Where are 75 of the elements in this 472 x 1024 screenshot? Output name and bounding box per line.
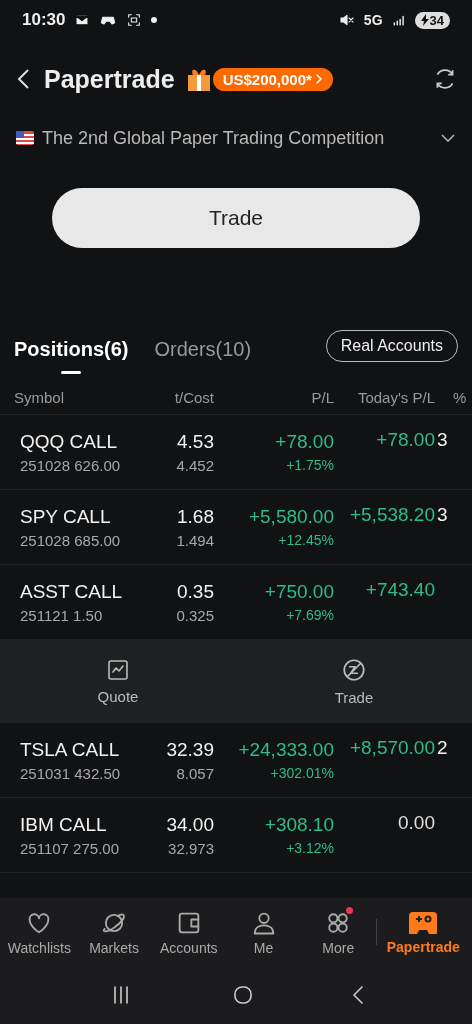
symbol-text: ASST CALL — [20, 580, 124, 603]
chart-icon — [106, 657, 130, 682]
nav-tab[interactable]: Me — [226, 908, 301, 956]
pl-percent: +3.12% — [285, 840, 334, 856]
position-row[interactable]: ASST CALL 251121 1.50 0.35 0.325 +750.00 +7.69% +743.40 — [0, 565, 472, 639]
status-time: 10:30 — [22, 10, 66, 30]
cost-text: 8.057 — [175, 764, 214, 782]
table-cell-text: 2 — [436, 736, 449, 759]
chevron-down-icon[interactable] — [440, 133, 456, 143]
quote-action[interactable]: Quote — [0, 639, 236, 723]
todays-pl-value: +8,570.00 — [348, 737, 435, 759]
cost-text: 0.325 — [175, 606, 214, 624]
position-row[interactable]: IBM CALL 251107 275.00 34.00 32.973 +308.10 +3.12% 0.00 — [0, 798, 472, 873]
trade-button[interactable]: Trade — [52, 188, 420, 248]
nav-tab[interactable]: Markets — [76, 908, 152, 956]
price-text: 34.00 — [165, 813, 214, 836]
pl-value: +750.00 — [263, 581, 334, 603]
network-text: 5G — [363, 12, 383, 28]
contract-text: 251028 685.00 — [20, 531, 122, 549]
nav-tab[interactable]: More — [300, 908, 376, 956]
trade-action[interactable]: Trade — [236, 639, 472, 723]
price-text: 1.68 — [176, 505, 214, 528]
pl-value: +5,580.00 — [247, 506, 334, 528]
column-header: P/L — [310, 388, 334, 406]
chevron-icon — [314, 73, 323, 85]
todays-pl-value: +78.00 — [375, 429, 435, 451]
contract-text: 251031 432.50 — [20, 764, 122, 782]
gamepad-icon — [408, 909, 439, 936]
symbol-text: QQQ CALL — [20, 430, 119, 453]
todays-pl-value: +743.40 — [364, 579, 435, 601]
position-row[interactable]: QQQ CALL 251028 626.00 4.53 4.452 +78.00 +1.75% +78.003 — [0, 415, 472, 490]
price-text: 4.53 — [176, 430, 214, 453]
pl-percent: +12.45% — [277, 532, 334, 548]
tab[interactable]: Orders(10) — [154, 330, 252, 374]
cost-text: 32.973 — [167, 839, 214, 857]
price-text: 32.39 — [165, 738, 214, 761]
table-cell-text: 3 — [436, 428, 449, 451]
column-header: Today's P/L — [356, 388, 435, 406]
contract-text: 251107 275.00 — [20, 839, 120, 857]
circle-slash-icon — [341, 656, 367, 683]
cost-text: 4.452 — [175, 456, 214, 474]
back-icon — [353, 986, 363, 1004]
column-header: % — [452, 388, 468, 406]
todays-pl-value: 0.00 — [397, 812, 435, 834]
pl-value: +308.10 — [263, 814, 334, 836]
cost-text: 1.494 — [175, 531, 214, 549]
tab[interactable]: Positions(6) — [14, 330, 129, 374]
symbol-text: SPY CALL — [20, 505, 112, 528]
position-row[interactable]: SPY CALL 251028 685.00 1.68 1.494 +5,580.00 +12.45% +5,538.203 — [0, 490, 472, 565]
contract-text: 251028 626.00 — [20, 456, 122, 474]
mute-icon — [337, 12, 356, 28]
home-icon — [231, 983, 255, 1007]
table-cell-text: 3 — [436, 503, 449, 526]
column-header: Symbol — [14, 388, 66, 406]
column-header: t/Cost — [173, 388, 214, 406]
price-text: 0.35 — [176, 580, 214, 603]
page-title: Papertrade — [44, 64, 175, 94]
battery-level: 34 — [414, 11, 450, 29]
position-row[interactable]: TSLA CALL 251031 432.50 32.39 8.057 +24,333.00 +302.01% +8,570.002 — [0, 723, 472, 798]
pl-value: +78.00 — [274, 431, 334, 453]
dot-icon — [151, 17, 158, 23]
nav-tab[interactable]: Papertrade — [376, 909, 470, 955]
nav-tab[interactable]: Watchlists — [2, 908, 77, 956]
contract-text: 251121 1.50 — [20, 606, 104, 624]
symbol-text: TSLA CALL — [20, 738, 121, 761]
flag-icon — [16, 131, 34, 145]
pl-percent: +7.69% — [285, 607, 334, 623]
symbol-text: IBM CALL — [20, 813, 108, 836]
todays-pl-value: +5,538.20 — [348, 504, 435, 526]
pl-percent: +302.01% — [269, 765, 334, 781]
charging-icon — [420, 14, 429, 26]
pl-value: +24,333.00 — [237, 739, 334, 761]
competition-title[interactable]: The 2nd Global Paper Trading Competition — [42, 127, 432, 149]
pl-percent: +1.75% — [285, 457, 334, 473]
nav-tab[interactable]: Accounts — [151, 908, 227, 956]
